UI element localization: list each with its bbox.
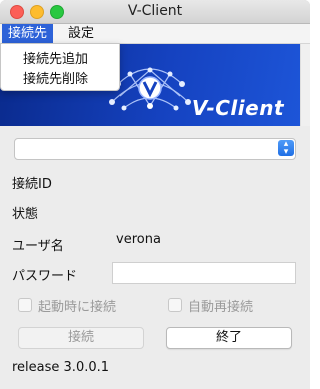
menu-item-add-connection[interactable]: 接続先追加	[23, 48, 88, 67]
auto-reconnect-label: 自動再接続	[188, 300, 254, 315]
password-field[interactable]	[112, 262, 296, 284]
title-bar: V-Client	[0, 0, 310, 24]
quit-button[interactable]: 終了	[166, 327, 292, 349]
menu-bar: 接続先 設定	[0, 24, 310, 44]
menu-item-delete-connection[interactable]: 接続先削除	[23, 68, 88, 87]
menu-connect[interactable]: 接続先	[2, 24, 54, 43]
main-panel	[0, 126, 310, 389]
banner-gutter	[300, 44, 310, 126]
password-label: パスワード	[12, 269, 78, 284]
window-title: V-Client	[127, 3, 183, 19]
connection-id-label: 接続ID	[12, 177, 52, 192]
menu-settings[interactable]: 設定	[62, 24, 100, 43]
status-label: 状態	[12, 207, 39, 222]
connection-select[interactable]: ▴ ▾	[14, 138, 296, 160]
startup-connect-checkbox[interactable]	[18, 298, 32, 312]
username-label: ユーザ名	[12, 239, 64, 254]
brand-name: V-Client	[191, 96, 284, 120]
app-window: V-Client 接続先 設定 V-Client 接続先追加 接続先削除 ▴ ▾…	[0, 0, 310, 389]
auto-reconnect-checkbox[interactable]	[168, 298, 182, 312]
startup-connect-label: 起動時に接続	[38, 300, 117, 315]
release-version: release 3.0.0.1	[12, 360, 110, 375]
select-stepper-icon: ▴ ▾	[278, 140, 294, 157]
connect-button[interactable]: 接続	[18, 327, 144, 349]
username-value: verona	[116, 232, 161, 247]
connect-menu-dropdown: 接続先追加 接続先削除	[0, 43, 120, 91]
